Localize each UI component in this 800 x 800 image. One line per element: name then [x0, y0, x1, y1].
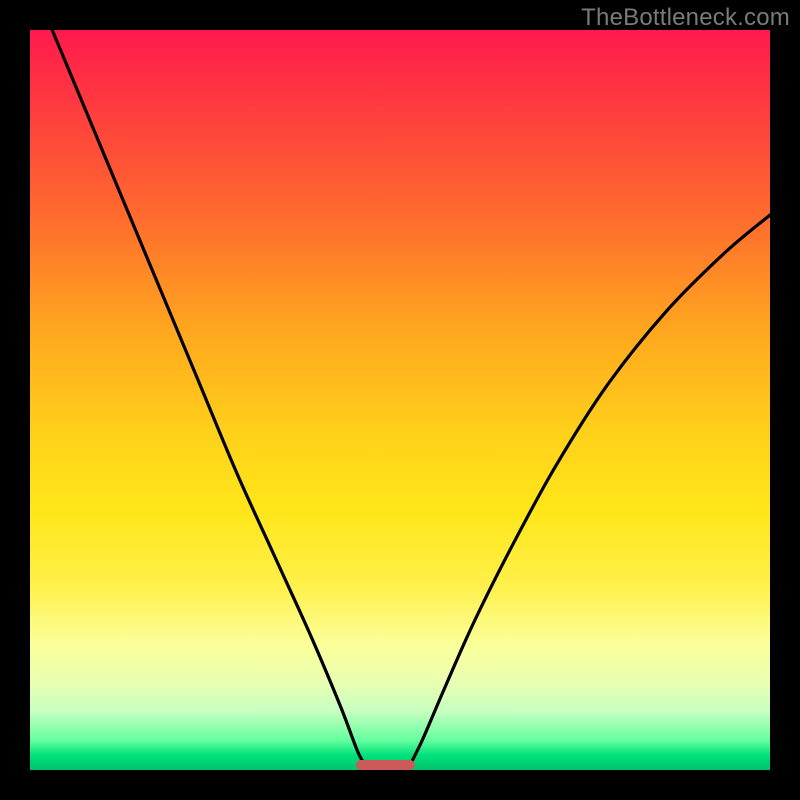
watermark-text: TheBottleneck.com	[581, 4, 790, 32]
right-curve	[407, 215, 770, 770]
chart-frame: TheBottleneck.com	[0, 0, 800, 800]
left-curve	[52, 30, 370, 770]
plot-area	[30, 30, 770, 770]
curve-layer	[30, 30, 770, 770]
minimum-marker	[356, 760, 415, 770]
